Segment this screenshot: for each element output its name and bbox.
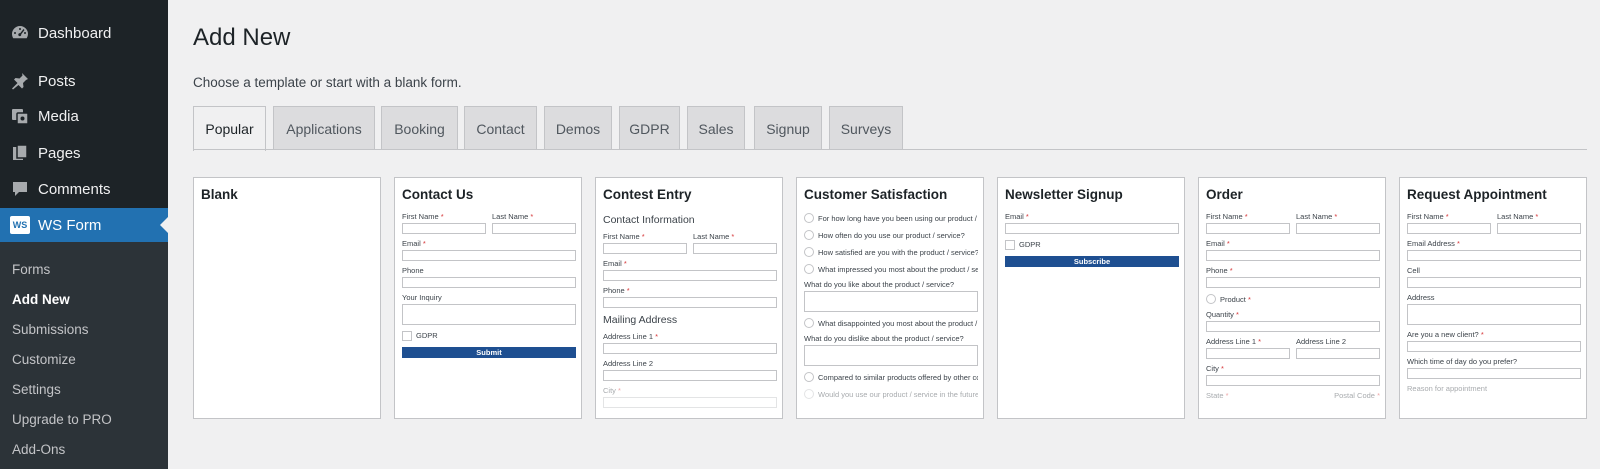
submenu-forms[interactable]: Forms: [12, 262, 50, 277]
menu-item-comments[interactable]: Comments: [0, 172, 168, 206]
form-preview: Contact Information First Name * Last Na…: [603, 212, 777, 413]
menu-item-pages[interactable]: Pages: [0, 136, 168, 170]
preview-input: [402, 277, 576, 288]
active-menu-arrow: [160, 217, 168, 233]
form-preview: First Name * Last Name * Email Address *…: [1407, 212, 1581, 394]
tabs-divider: [193, 149, 1587, 150]
comments-icon: [10, 179, 30, 199]
template-card-contact-us[interactable]: Contact Us First Name * Last Name * Emai…: [394, 177, 582, 419]
preview-input: [492, 223, 576, 234]
preview-checkbox-row: GDPR: [402, 330, 576, 342]
tab-signup[interactable]: Signup: [754, 106, 822, 150]
template-card-blank[interactable]: Blank: [193, 177, 381, 419]
menu-item-dashboard[interactable]: Dashboard: [0, 16, 168, 50]
tab-applications[interactable]: Applications: [273, 106, 375, 150]
tab-popular[interactable]: Popular: [193, 106, 266, 151]
form-preview: First Name * Last Name * Email * Phone Y…: [402, 212, 576, 358]
preview-input: [402, 250, 576, 261]
template-card-request-appointment[interactable]: Request Appointment First Name * Last Na…: [1399, 177, 1587, 419]
template-card-newsletter-signup[interactable]: Newsletter Signup Email * GDPR Subscribe: [997, 177, 1185, 419]
template-card-contest-entry[interactable]: Contest Entry Contact Information First …: [595, 177, 783, 419]
menu-label: Posts: [38, 72, 76, 90]
dashboard-icon: [10, 23, 30, 43]
page-title: Add New: [193, 24, 291, 51]
admin-sidebar: Dashboard Posts Media Pages Comments WS …: [0, 0, 168, 469]
card-title: Blank: [201, 187, 238, 202]
preview-subscribe-button: Subscribe: [1005, 256, 1179, 267]
menu-item-posts[interactable]: Posts: [0, 64, 168, 98]
tab-demos[interactable]: Demos: [544, 106, 612, 150]
menu-label: Dashboard: [38, 24, 112, 42]
card-title: Newsletter Signup: [1005, 187, 1123, 202]
form-preview: First Name * Last Name * Email * Phone *…: [1206, 212, 1380, 400]
media-icon: [10, 106, 30, 126]
tab-booking[interactable]: Booking: [381, 106, 458, 150]
ws-form-submenu: Forms Add New Submissions Customize Sett…: [0, 242, 168, 469]
preview-checkbox: [402, 331, 412, 341]
tab-surveys[interactable]: Surveys: [829, 106, 903, 150]
menu-item-ws-form[interactable]: WS WS Form: [0, 208, 168, 242]
submenu-settings[interactable]: Settings: [12, 382, 61, 397]
pin-icon: [10, 71, 30, 91]
template-card-order[interactable]: Order First Name * Last Name * Email * P…: [1198, 177, 1386, 419]
menu-label: Media: [38, 107, 79, 125]
menu-item-media[interactable]: Media: [0, 99, 168, 133]
tab-sales[interactable]: Sales: [687, 106, 745, 150]
card-title: Customer Satisfaction: [804, 187, 948, 202]
submenu-upgrade[interactable]: Upgrade to PRO: [12, 412, 112, 427]
form-preview: For how long have you been using our pro…: [804, 213, 978, 399]
ws-form-logo-icon: WS: [10, 215, 30, 235]
form-preview: Email * GDPR Subscribe: [1005, 212, 1179, 267]
card-title: Contact Us: [402, 187, 474, 202]
submenu-submissions[interactable]: Submissions: [12, 322, 89, 337]
menu-label: WS Form: [38, 216, 102, 234]
tab-contact[interactable]: Contact: [464, 106, 537, 150]
menu-label: Comments: [38, 180, 111, 198]
card-title: Request Appointment: [1407, 187, 1547, 202]
preview-submit-button: Submit: [402, 347, 576, 358]
preview-input: [402, 223, 486, 234]
submenu-customize[interactable]: Customize: [12, 352, 76, 367]
template-card-customer-satisfaction[interactable]: Customer Satisfaction For how long have …: [796, 177, 984, 419]
preview-textarea: [402, 304, 576, 325]
card-title: Order: [1206, 187, 1243, 202]
menu-label: Pages: [38, 144, 81, 162]
pages-icon: [10, 143, 30, 163]
card-title: Contest Entry: [603, 187, 692, 202]
page-description: Choose a template or start with a blank …: [193, 75, 462, 90]
submenu-add-new[interactable]: Add New: [12, 292, 70, 307]
tab-gdpr[interactable]: GDPR: [619, 106, 680, 150]
submenu-add-ons[interactable]: Add-Ons: [12, 442, 65, 457]
